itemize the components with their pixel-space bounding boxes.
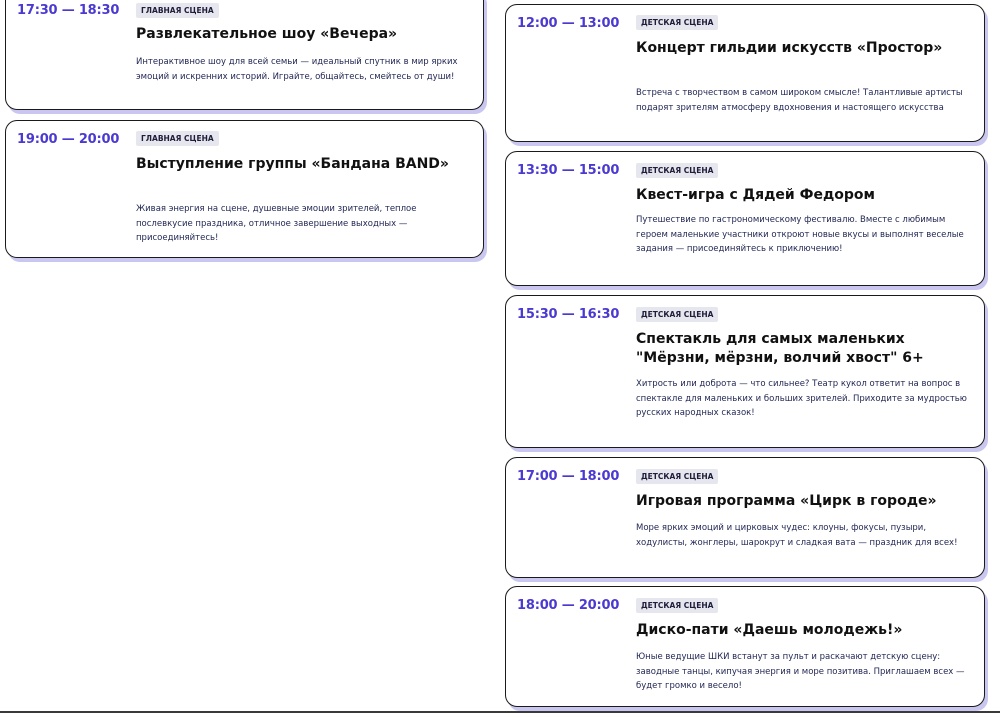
schedule-page: { "left_events": [ { "time": "17:30 — 18… bbox=[0, 0, 1000, 713]
stage-badge: детская сцена bbox=[636, 163, 719, 178]
event-time: 18:00 — 20:00 bbox=[517, 598, 620, 613]
event-description: Живая энергия на сцене, душевные эмоции … bbox=[136, 204, 417, 243]
event-time: 17:00 — 18:00 bbox=[517, 469, 620, 484]
event-description: Море ярких эмоций и цирковых чудес: клоу… bbox=[636, 523, 958, 548]
event-card[interactable]: 13:30 — 15:00 детская сцена Квест-игра с… bbox=[505, 151, 985, 286]
event-description: Юные ведущие ШКИ встанут за пульт и раск… bbox=[636, 652, 965, 691]
event-title: Игровая программа «Цирк в городе» bbox=[636, 493, 937, 509]
event-time: 19:00 — 20:00 bbox=[17, 132, 120, 147]
event-title: Развлекательное шоу «Вечера» bbox=[136, 26, 398, 42]
event-title: Спектакль для самых маленьких "Мёрзни, м… bbox=[636, 331, 924, 366]
event-card[interactable]: 19:00 — 20:00 главная сцена Выступление … bbox=[5, 120, 484, 258]
event-card[interactable]: 15:30 — 16:30 детская сцена Спектакль дл… bbox=[505, 295, 985, 448]
stage-badge: детская сцена bbox=[636, 469, 719, 484]
event-description: Интерактивное шоу для всей семьи — идеал… bbox=[136, 57, 458, 82]
event-card[interactable]: 18:00 — 20:00 детская сцена Диско-пати «… bbox=[505, 586, 985, 707]
stage-badge: детская сцена bbox=[636, 307, 719, 322]
stage-badge: главная сцена bbox=[136, 3, 219, 18]
event-card[interactable]: 17:00 — 18:00 детская сцена Игровая прог… bbox=[505, 457, 985, 578]
event-card[interactable]: 17:30 — 18:30 главная сцена Развлекатель… bbox=[5, 0, 484, 110]
event-time: 13:30 — 15:00 bbox=[517, 163, 620, 178]
event-time: 12:00 — 13:00 bbox=[517, 16, 620, 31]
stage-badge: детская сцена bbox=[636, 598, 719, 613]
stage-badge: детская сцена bbox=[636, 15, 719, 30]
event-time: 17:30 — 18:30 bbox=[17, 3, 120, 18]
event-description: Хитрость или доброта — что сильнее? Теат… bbox=[636, 379, 967, 418]
event-title: Диско-пати «Даешь молодежь!» bbox=[636, 622, 903, 638]
stage-badge: главная сцена bbox=[136, 131, 219, 146]
event-card[interactable]: 12:00 — 13:00 детская сцена Концерт гиль… bbox=[505, 4, 985, 142]
event-time: 15:30 — 16:30 bbox=[517, 307, 620, 322]
event-title: Выступление группы «Бандана BAND» bbox=[136, 156, 449, 172]
event-title: Квест-игра с Дядей Федором bbox=[636, 187, 875, 203]
event-description: Путешествие по гастрономическому фестива… bbox=[636, 215, 964, 254]
event-title: Концерт гильдии искусств «Простор» bbox=[636, 40, 943, 56]
event-description: Встреча с творчеством в самом широком см… bbox=[636, 88, 963, 113]
